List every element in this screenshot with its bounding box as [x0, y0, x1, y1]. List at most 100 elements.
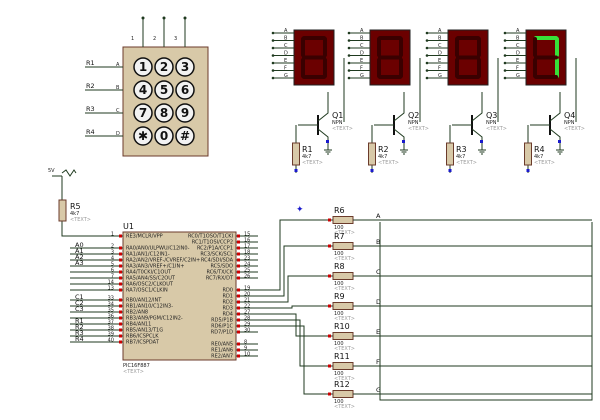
- segment-pin-label: B: [516, 36, 520, 42]
- segment-pin-label: D: [516, 51, 520, 57]
- base-resistor-text: <TEXT>: [378, 160, 399, 166]
- segment-resistor-body: [332, 272, 354, 280]
- mcu-pin-name: RE2/AN7: [211, 354, 233, 360]
- segment-pin-label: D: [360, 51, 364, 57]
- keypad-key-label: 4: [139, 83, 147, 97]
- segment-resistor-body: [332, 302, 354, 310]
- keypad-key-label: 8: [160, 106, 168, 120]
- segment-resistor-ref: R8: [334, 262, 345, 271]
- segment-pin-label: E: [516, 58, 519, 64]
- keypad-key-label: 0: [160, 129, 168, 143]
- mcu-pin-num: 1: [111, 232, 114, 238]
- segment-pin-label: D: [438, 51, 442, 57]
- keypad-key-label: 3: [181, 60, 189, 74]
- transistor-text: <TEXT>: [486, 126, 507, 132]
- segment-resistor-text: <TEXT>: [334, 404, 355, 410]
- mcu-pin-name: RE3/MCLR/VPP: [126, 234, 163, 240]
- mcu-net-label: C3: [75, 305, 84, 313]
- schematic-canvas: 1 2 3 4 5 6 7 8 9 ✱ 0 # 1 2 3 R1 R2 R3 R4 A B C D A…: [0, 0, 600, 420]
- base-resistor-ref: R1: [302, 145, 313, 154]
- segment-net-label: F: [376, 358, 380, 366]
- keypad-key-label: 7: [139, 106, 147, 120]
- base-resistor-ref: R3: [456, 145, 467, 154]
- segment-pin-label: D: [284, 51, 288, 57]
- base-resistor-text: <TEXT>: [302, 160, 323, 166]
- mcu-net-label: A3: [75, 259, 84, 267]
- mcu-pin-num: 40: [108, 338, 114, 344]
- segment-resistor-body: [332, 216, 354, 224]
- transistor-text: <TEXT>: [332, 126, 353, 132]
- mcu-net-label: R4: [75, 335, 84, 343]
- segment-resistor-body: [332, 362, 354, 370]
- segment-pin-label: B: [284, 36, 288, 42]
- schematic-svg: 1 2 34 5 67 8 9✱ 0 # 1 2 3 R1 R2 R3 R4 A B C D A…: [48, 16, 593, 410]
- segment-resistors[interactable]: R6100<TEXT>AR7100<TEXT>BR8100<TEXT>CR910…: [258, 206, 592, 410]
- keypad-row-label: R1: [86, 59, 95, 67]
- segment-pin-label: E: [438, 58, 441, 64]
- segment-pin-label: B: [360, 36, 364, 42]
- keypad-col-pin: 3: [174, 36, 177, 42]
- keypad-row-pin: D: [116, 131, 120, 137]
- segment-pin-label: G: [438, 73, 442, 79]
- keypad-key-label: 6: [181, 83, 189, 97]
- segment-pin-label: C: [284, 43, 288, 49]
- segment-pin-label: A: [516, 28, 520, 34]
- keypad-key-label: 5: [160, 83, 168, 97]
- segment-pin-label: E: [360, 58, 363, 64]
- transistor-ref: Q3: [486, 111, 497, 120]
- transistor-ref: Q4: [564, 111, 575, 120]
- keypad-key-label: 9: [181, 106, 189, 120]
- r5-ref: R5: [70, 202, 81, 211]
- base-resistor-body: [292, 142, 300, 166]
- keypad-row-pin: C: [116, 108, 120, 114]
- segment-resistor-ref: R6: [334, 206, 345, 215]
- supply-label: 5V: [48, 168, 55, 174]
- r5-text: <TEXT>: [70, 217, 91, 223]
- segment-resistor-ref: R11: [334, 352, 350, 361]
- digit-driver-transistors[interactable]: Q1NPN<TEXT>R14k7<TEXT>Q2NPN<TEXT>R24k7<T…: [292, 92, 585, 173]
- mcu-pin-num: 26: [244, 274, 250, 280]
- mcu-pin-name: RD7/P1D: [211, 330, 233, 336]
- keypad-row-label: R3: [86, 105, 95, 113]
- segment-resistor-ref: R9: [334, 292, 345, 301]
- segment-pin-label: F: [438, 66, 441, 72]
- mcu-pin-name: RA7/OSC1/CLKIN: [126, 288, 168, 294]
- segment-pin-label: E: [284, 58, 287, 64]
- keypad-key-label: 1: [139, 60, 147, 74]
- mcu-ref: U1: [123, 222, 134, 231]
- keypad-row-pin: B: [116, 85, 120, 91]
- segment-net-label: E: [376, 328, 380, 336]
- keypad[interactable]: 1 2 34 5 67 8 9✱ 0 # 1 2 3 R1 R2 R3 R4 A B C D: [85, 16, 209, 157]
- keypad-col-pin: 1: [131, 36, 134, 42]
- base-resistor-text: <TEXT>: [456, 160, 477, 166]
- base-resistor-text: <TEXT>: [534, 160, 555, 166]
- transistor-text: <TEXT>: [408, 126, 429, 132]
- base-resistor-ref: R4: [534, 145, 545, 154]
- segment-pin-label: G: [360, 73, 364, 79]
- crosshair-marker: ✦: [296, 205, 304, 215]
- pullup-resistor[interactable]: 5V R5 4k7 <TEXT>: [48, 168, 123, 237]
- base-resistor-body: [524, 142, 532, 166]
- segment-pin-label: G: [516, 73, 520, 79]
- mcu-pin-num: 13: [108, 286, 114, 292]
- segment-pin-label: A: [438, 28, 442, 34]
- keypad-key-label: 2: [160, 60, 168, 74]
- transistor-ref: Q1: [332, 111, 343, 120]
- segment-resistor-ref: R7: [334, 232, 345, 241]
- segment-pin-label: C: [438, 43, 442, 49]
- mcu-text: <TEXT>: [123, 369, 144, 375]
- keypad-key-label: ✱: [138, 129, 148, 143]
- transistor-ref: Q2: [408, 111, 419, 120]
- base-resistor-body: [446, 142, 454, 166]
- mcu-pin-name: RC7/RX/DT: [206, 276, 234, 282]
- keypad-key-label: #: [180, 129, 190, 143]
- base-resistor-body: [368, 142, 376, 166]
- segment-resistor-body: [332, 332, 354, 340]
- segment-pin-label: C: [360, 43, 364, 49]
- segment-net-label: A: [376, 212, 381, 220]
- seven-segment-displays[interactable]: ABCDEFGABCDEFGABCDEFGABCDEFG: [271, 28, 577, 122]
- mcu-pic16f887[interactable]: U1 PIC16F887 <TEXT> 1 RE3/MCLR/VPP2 RA0/AN…: [70, 222, 258, 375]
- segment-pin-label: F: [516, 66, 519, 72]
- keypad-col-pin: 2: [153, 36, 156, 42]
- segment-pin-label: B: [438, 36, 442, 42]
